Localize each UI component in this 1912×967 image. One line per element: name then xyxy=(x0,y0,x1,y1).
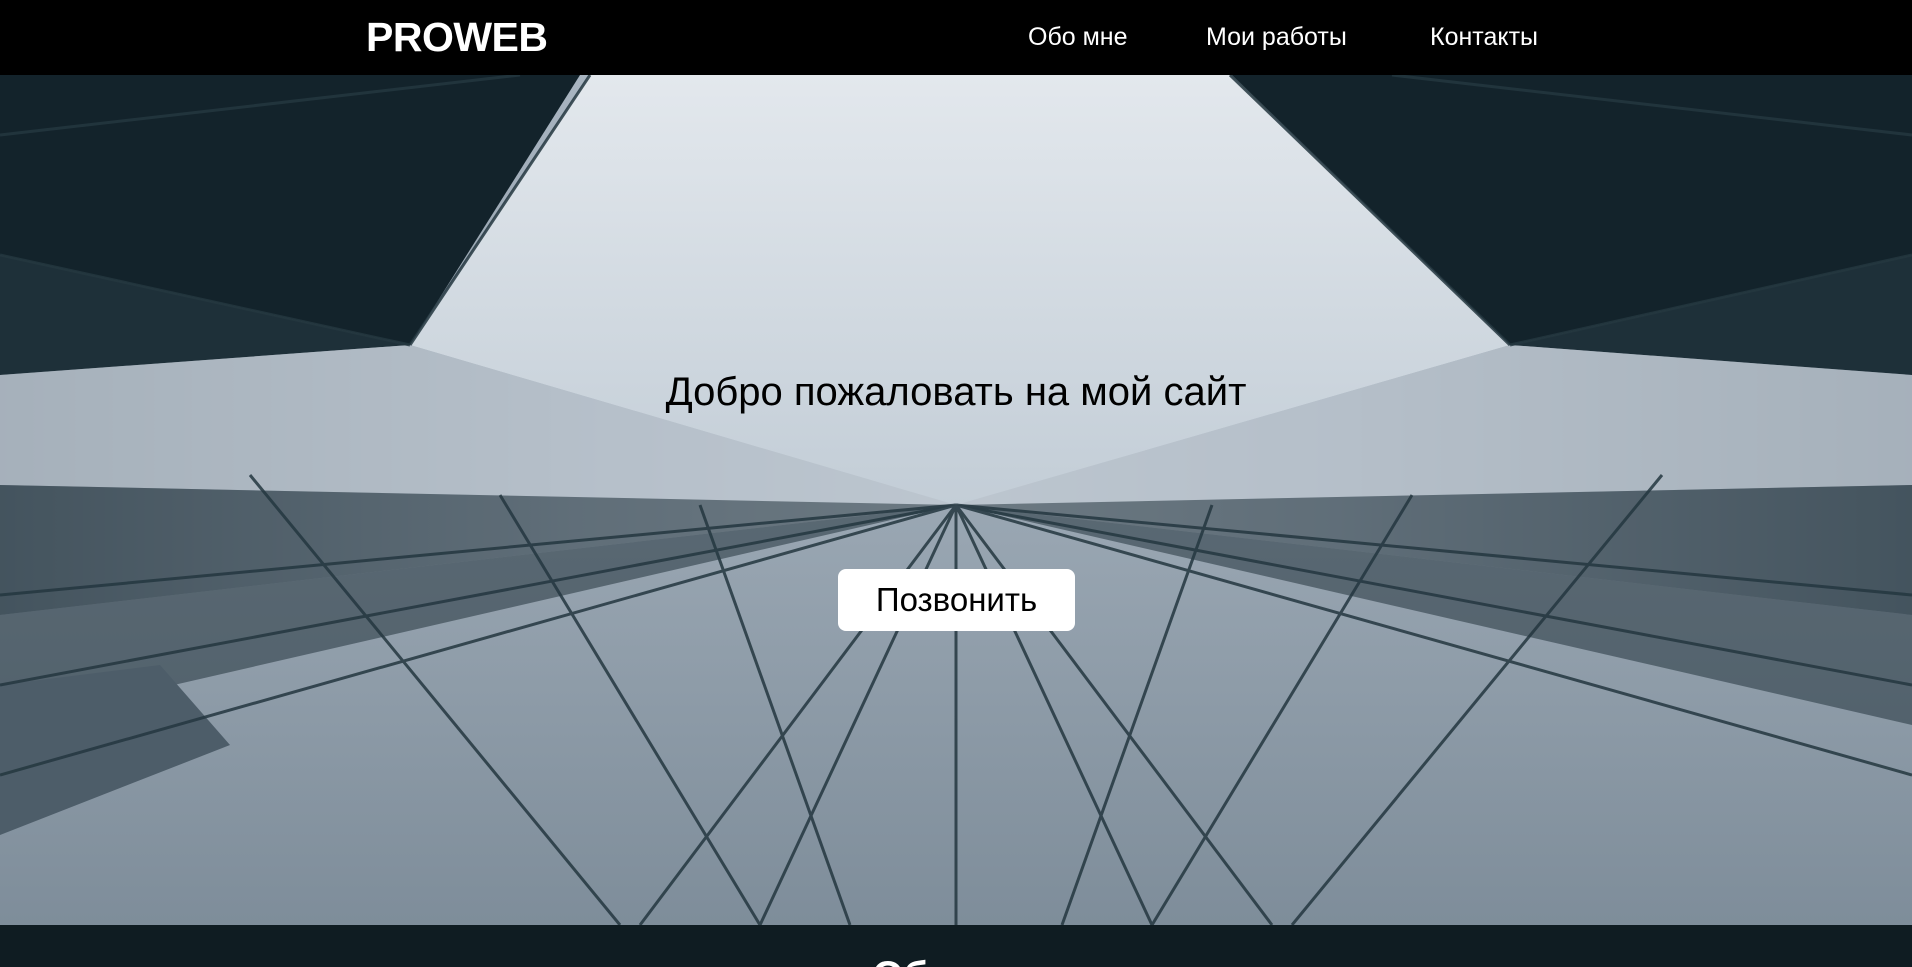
nav-link-about[interactable]: Обо мне xyxy=(1028,22,1128,52)
site-logo[interactable]: PROWEB xyxy=(366,14,548,60)
nav-link-contacts[interactable]: Контакты xyxy=(1430,22,1538,52)
site-header: PROWEB Обо мне Мои работы Контакты xyxy=(0,0,1912,75)
about-section-heading: Обо мне xyxy=(0,953,1912,967)
nav-link-works[interactable]: Мои работы xyxy=(1206,22,1347,52)
hero-title: Добро пожаловать на мой сайт xyxy=(665,370,1247,414)
hero-background-image xyxy=(0,75,1912,925)
page: PROWEB Обо мне Мои работы Контакты Добро… xyxy=(0,0,1912,967)
about-section: Обо мне xyxy=(0,925,1912,967)
call-button[interactable]: Позвонить xyxy=(838,569,1075,631)
hero-section: Добро пожаловать на мой сайт Позвонить xyxy=(0,75,1912,925)
